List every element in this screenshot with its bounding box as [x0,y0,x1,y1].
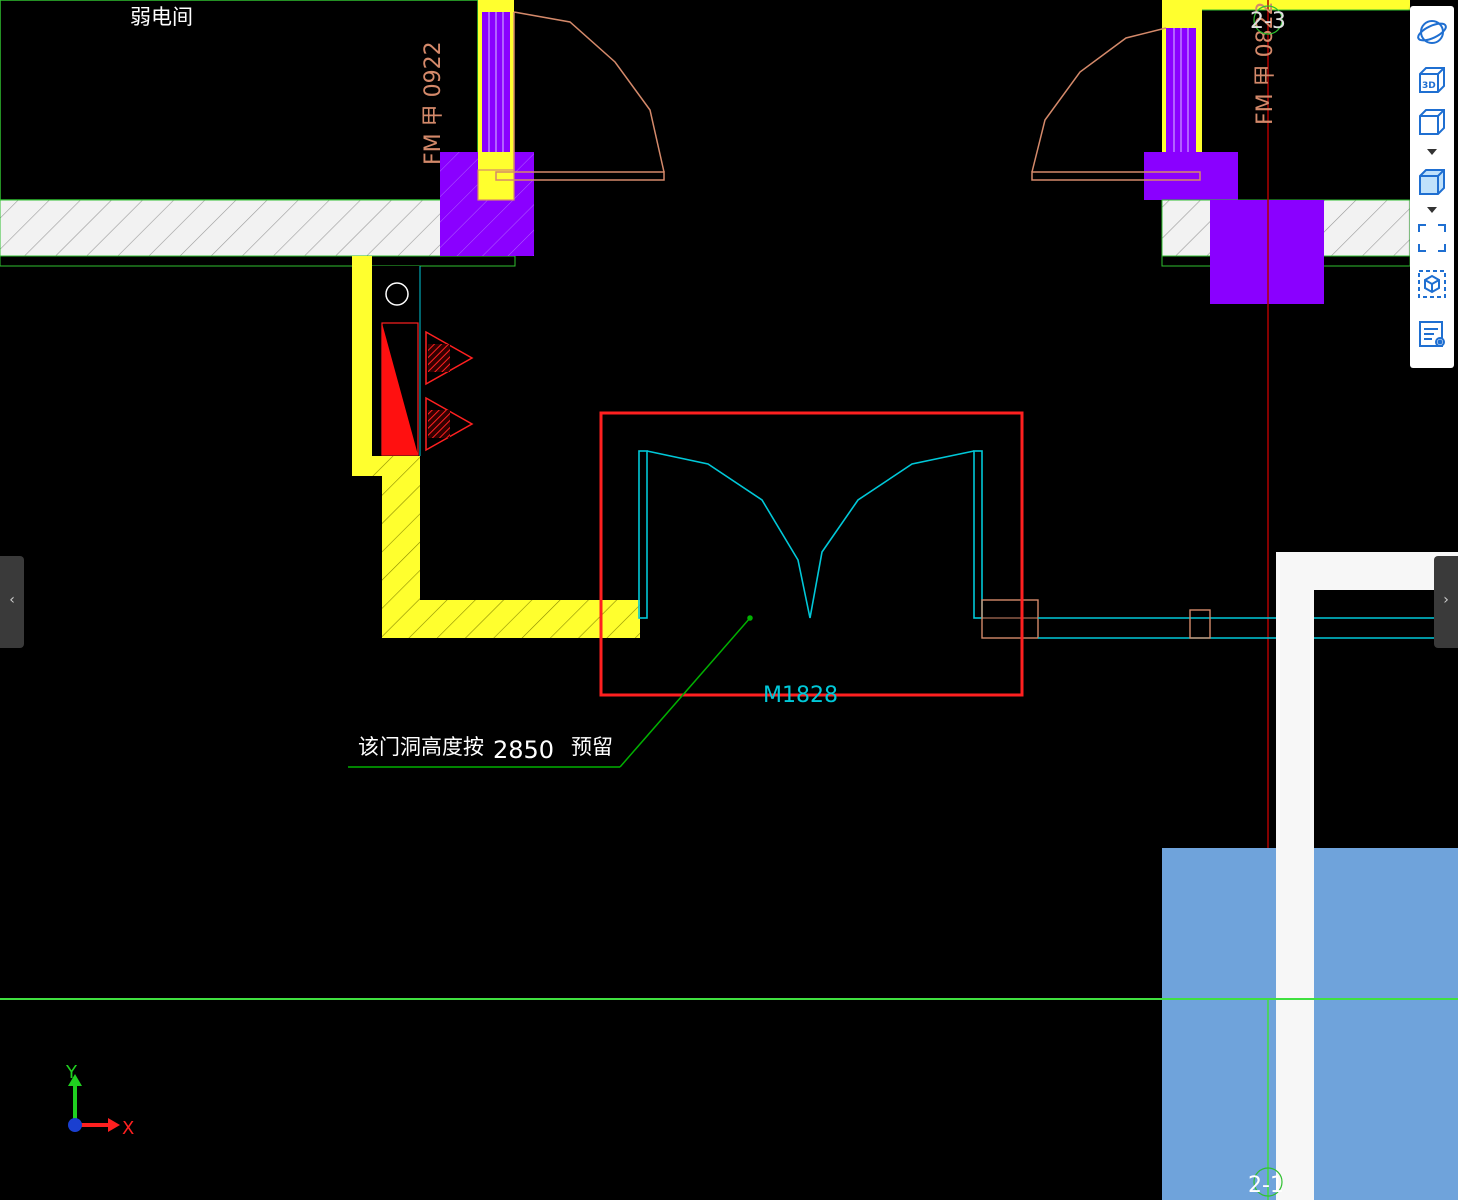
3d-view-icon: 3D [1419,67,1445,93]
box-outline-button[interactable] [1416,106,1448,138]
room-weak-current[interactable] [0,0,479,201]
box-solid-button[interactable] [1416,166,1448,198]
view-toolbar: 3D [1410,6,1454,368]
cube-selection-button[interactable] [1416,268,1448,300]
orbit-icon [1417,20,1447,44]
svg-text:3D: 3D [1422,81,1436,91]
box-outline-icon [1419,109,1445,135]
caret-down-icon [1427,149,1437,155]
orbit-button[interactable] [1416,16,1448,48]
note-suffix: 预留 [571,735,613,759]
y-axis-label: Y [65,1062,78,1083]
box-solid-icon [1419,169,1445,195]
column-left[interactable] [440,0,534,256]
grid-label-bottom: 2-1 [1248,1173,1284,1198]
layer-list-icon [1419,321,1445,347]
caret-down-icon [1427,207,1437,213]
box-solid-dropdown[interactable] [1426,206,1438,214]
ucs-axes-icon: Y X [65,1062,134,1139]
layer-list-button[interactable] [1416,318,1448,350]
note-prefix: 该门洞高度按 [358,735,484,759]
cad-drawing-canvas[interactable]: 弱电间 FM 甲 0922 FM 甲 0822 2-3 2-1 M1828 该门… [0,0,1458,1200]
right-panel-toggle[interactable]: › [1434,556,1458,648]
cube-selection-icon [1418,270,1446,298]
chevron-right-icon: › [1443,592,1449,608]
fit-view-icon [1418,224,1446,252]
chevron-left-icon: ‹ [9,592,15,608]
concrete-wall-left[interactable] [0,199,516,267]
grid-label-top: 2-3 [1250,9,1286,34]
thin-wall-right[interactable] [981,599,1440,639]
grid-bubble-bottom[interactable]: 2-1 [1248,1167,1284,1198]
note-value: 2850 [493,736,554,764]
room-label: 弱电间 [130,5,193,29]
door-type-label: M1828 [763,683,838,708]
3d-view-button[interactable]: 3D [1416,64,1448,96]
door-m1828[interactable] [638,450,983,619]
grid-bubble-top[interactable]: 2-3 [1250,5,1286,35]
x-axis-label: X [122,1118,134,1139]
fit-view-button[interactable] [1416,222,1448,254]
left-panel-toggle[interactable]: ‹ [0,556,24,648]
door-label-left: FM 甲 0922 [421,41,446,165]
box-outline-dropdown[interactable] [1426,148,1438,156]
